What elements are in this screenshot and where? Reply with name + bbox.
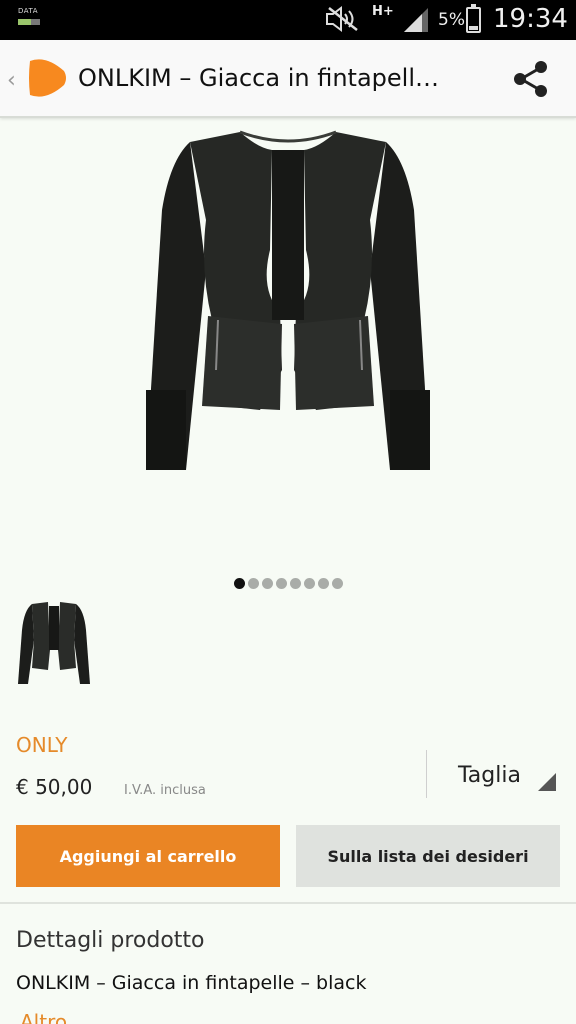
share-icon[interactable] (510, 58, 552, 100)
gallery-pager[interactable] (0, 578, 576, 592)
pager-dot[interactable] (275, 578, 287, 589)
product-name: ONLKIM – Giacca in fintapelle – black (16, 972, 367, 994)
divider (426, 750, 427, 798)
clock: 19:34 (493, 4, 568, 34)
app-bar: ‹ ONLKIM – Giacca in fintapell… (0, 40, 576, 118)
wishlist-button[interactable]: Sulla lista dei desideri (296, 825, 560, 887)
status-bar: DATA H+ 5% 19:34 (0, 0, 576, 40)
details-heading: Dettagli prodotto (16, 928, 205, 953)
more-link[interactable]: Altro (20, 1010, 67, 1024)
data-icon: DATA (18, 7, 40, 25)
product-image[interactable] (0, 120, 576, 570)
price: € 50,00 (16, 775, 93, 799)
battery-icon (466, 4, 481, 33)
pager-dot[interactable] (317, 578, 329, 589)
pager-dot[interactable] (289, 578, 301, 589)
vat-note: I.V.A. inclusa (124, 783, 206, 798)
size-label: Taglia (458, 763, 521, 788)
battery-percent: 5% (438, 10, 465, 30)
pager-dot[interactable] (303, 578, 315, 589)
brand-name[interactable]: ONLY (16, 733, 67, 757)
network-type: H+ (372, 4, 394, 19)
pager-dot[interactable] (247, 578, 259, 589)
signal-icon (404, 8, 428, 32)
back-chevron-icon[interactable]: ‹ (7, 68, 16, 93)
pager-dot[interactable] (261, 578, 273, 589)
divider (0, 902, 576, 904)
pager-dot[interactable] (331, 578, 343, 589)
dropdown-corner-icon (538, 773, 556, 791)
pager-dot[interactable] (233, 578, 245, 589)
mute-icon (326, 6, 358, 32)
add-to-cart-button[interactable]: Aggiungi al carrello (16, 825, 280, 887)
data-label: DATA (18, 7, 39, 15)
jacket-image (146, 130, 430, 470)
page-title: ONLKIM – Giacca in fintapell… (78, 64, 439, 92)
zalando-logo[interactable] (22, 55, 68, 101)
product-thumbnail[interactable] (14, 600, 94, 690)
size-selector[interactable]: Taglia (436, 755, 564, 799)
